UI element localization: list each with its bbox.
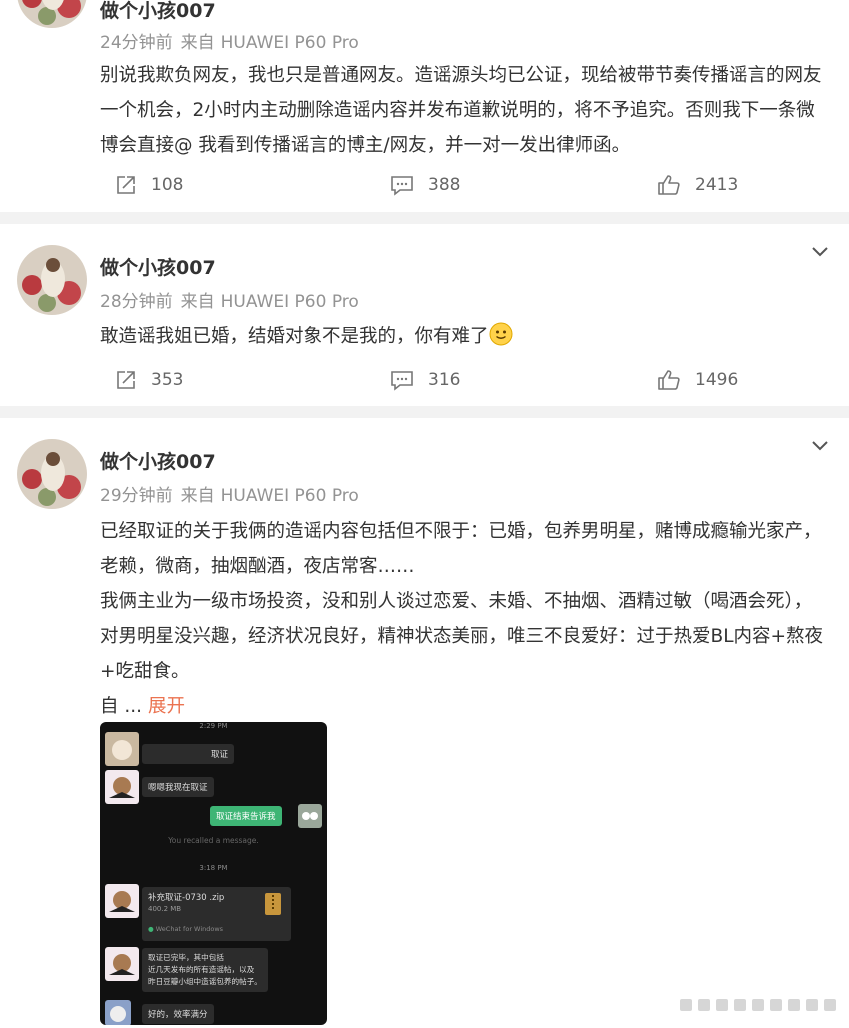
post-meta: 29分钟前 来自 HUAWEI P60 Pro [100, 481, 359, 506]
expand-link[interactable]: 展开 [148, 696, 185, 717]
device-name: HUAWEI P60 Pro [220, 486, 359, 506]
repost-icon [117, 371, 135, 389]
post-meta: 28分钟前 来自 HUAWEI P60 Pro [100, 287, 359, 312]
chat-avatar-bear [105, 770, 139, 804]
post-text: 敢造谣我姐已婚，结婚对象不是我的，你有难了 [100, 319, 828, 354]
chat-avatar-cat [105, 1000, 131, 1025]
post-meta: 24分钟前 来自 HUAWEI P60 Pro [100, 28, 359, 53]
repost-count: 108 [151, 175, 184, 195]
avatar[interactable] [17, 439, 87, 509]
like-count: 1496 [695, 370, 739, 390]
username[interactable]: 做个小孩007 [100, 253, 216, 280]
comment-icon [391, 176, 413, 196]
chat-time: 3:18 PM [199, 864, 228, 872]
post-paragraph-truncated: 自 ... 展开 [100, 689, 828, 724]
repost-button[interactable]: 108 [115, 170, 183, 200]
action-bar: 353 316 1496 [0, 365, 849, 395]
truncated-text: 自 [100, 696, 119, 717]
chat-message: 嗯嗯我现在取证 [142, 777, 214, 797]
chat-avatar-self [298, 804, 322, 828]
like-button[interactable]: 2413 [657, 170, 738, 200]
weibo-post-1: 做个小孩007 24分钟前 来自 HUAWEI P60 Pro 别说我欺负网友，我也… [0, 0, 849, 212]
thumbs-up-icon [658, 175, 680, 195]
watermark [680, 993, 840, 1019]
post-paragraph: 别说我欺负网友，我也只是普通网友。造谣源头均已公证，现给被带节奏传播谣言的网友一… [100, 65, 822, 156]
post-image-chat-screenshot[interactable]: 2:29 PM 取证 嗯嗯我现在取证 取证结束告诉我 You recalled … [100, 722, 327, 1025]
zip-file-icon [265, 893, 281, 915]
post-paragraph: 我俩主业为一级市场投资，没和别人谈过恋爱、未婚、不抽烟、酒精过敏（喝酒会死），对… [100, 591, 824, 682]
chat-time: 2:29 PM [199, 722, 228, 730]
post-time[interactable]: 24分钟前 [100, 33, 173, 53]
comment-icon [391, 371, 413, 391]
file-source: ● WeChat for Windows [148, 925, 224, 933]
smile-emoji-icon [489, 322, 513, 346]
source-prefix: 来自 [180, 486, 215, 506]
action-bar: 108 388 2413 [0, 170, 849, 200]
wechat-icon: ● [148, 925, 154, 933]
source-prefix: 来自 [180, 292, 215, 312]
chat-file-card: 补充取证-0730 .zip 400.2 MB ● WeChat for Win… [142, 887, 291, 941]
post-time[interactable]: 28分钟前 [100, 292, 173, 312]
post-time[interactable]: 29分钟前 [100, 486, 173, 506]
chat-recalled-notice: You recalled a message. [168, 836, 259, 845]
avatar[interactable] [17, 0, 87, 28]
post-text: 已经取证的关于我俩的造谣内容包括但不限于：已婚，包养男明星，赌博成瘾输光家产，老… [100, 514, 828, 724]
chat-avatar-bear [105, 884, 139, 918]
source-prefix: 来自 [180, 33, 215, 53]
device-name: HUAWEI P60 Pro [220, 292, 359, 312]
device-name: HUAWEI P60 Pro [220, 33, 359, 53]
chat-message: 好的，效率满分 [142, 1004, 214, 1024]
chevron-down-icon[interactable] [810, 245, 830, 259]
comment-count: 388 [428, 175, 461, 195]
chat-avatar-bear [105, 947, 139, 981]
chat-message: 取证已完毕，其中包括 近几天发布的所有造谣帖，以及 昨日豆瓣小组中造谣包养的帖子… [142, 948, 268, 992]
chat-message: 取证 [142, 744, 234, 764]
repost-icon [117, 176, 135, 194]
comment-button[interactable]: 388 [390, 170, 460, 200]
thumbs-up-icon [658, 370, 680, 390]
chat-message-self: 取证结束告诉我 [210, 806, 282, 826]
ellipsis: ... [124, 696, 143, 717]
weibo-post-2: 做个小孩007 28分钟前 来自 HUAWEI P60 Pro 敢造谣我姐已婚，结婚… [0, 224, 849, 406]
chat-avatar-cat [105, 732, 139, 766]
repost-count: 353 [151, 370, 184, 390]
post-paragraph: 已经取证的关于我俩的造谣内容包括但不限于：已婚，包养男明星，赌博成瘾输光家产，老… [100, 521, 822, 577]
like-button[interactable]: 1496 [657, 365, 738, 395]
comment-button[interactable]: 316 [390, 365, 460, 395]
comment-count: 316 [428, 370, 461, 390]
post-text: 别说我欺负网友，我也只是普通网友。造谣源头均已公证，现给被带节奏传播谣言的网友一… [100, 58, 828, 163]
username[interactable]: 做个小孩007 [100, 447, 216, 474]
repost-button[interactable]: 353 [115, 365, 183, 395]
like-count: 2413 [695, 175, 739, 195]
chevron-down-icon[interactable] [810, 439, 830, 453]
post-separator [0, 212, 849, 224]
avatar[interactable] [17, 245, 87, 315]
post-separator [0, 406, 849, 418]
username[interactable]: 做个小孩007 [100, 0, 216, 23]
post-paragraph: 敢造谣我姐已婚，结婚对象不是我的，你有难了 [100, 326, 489, 347]
